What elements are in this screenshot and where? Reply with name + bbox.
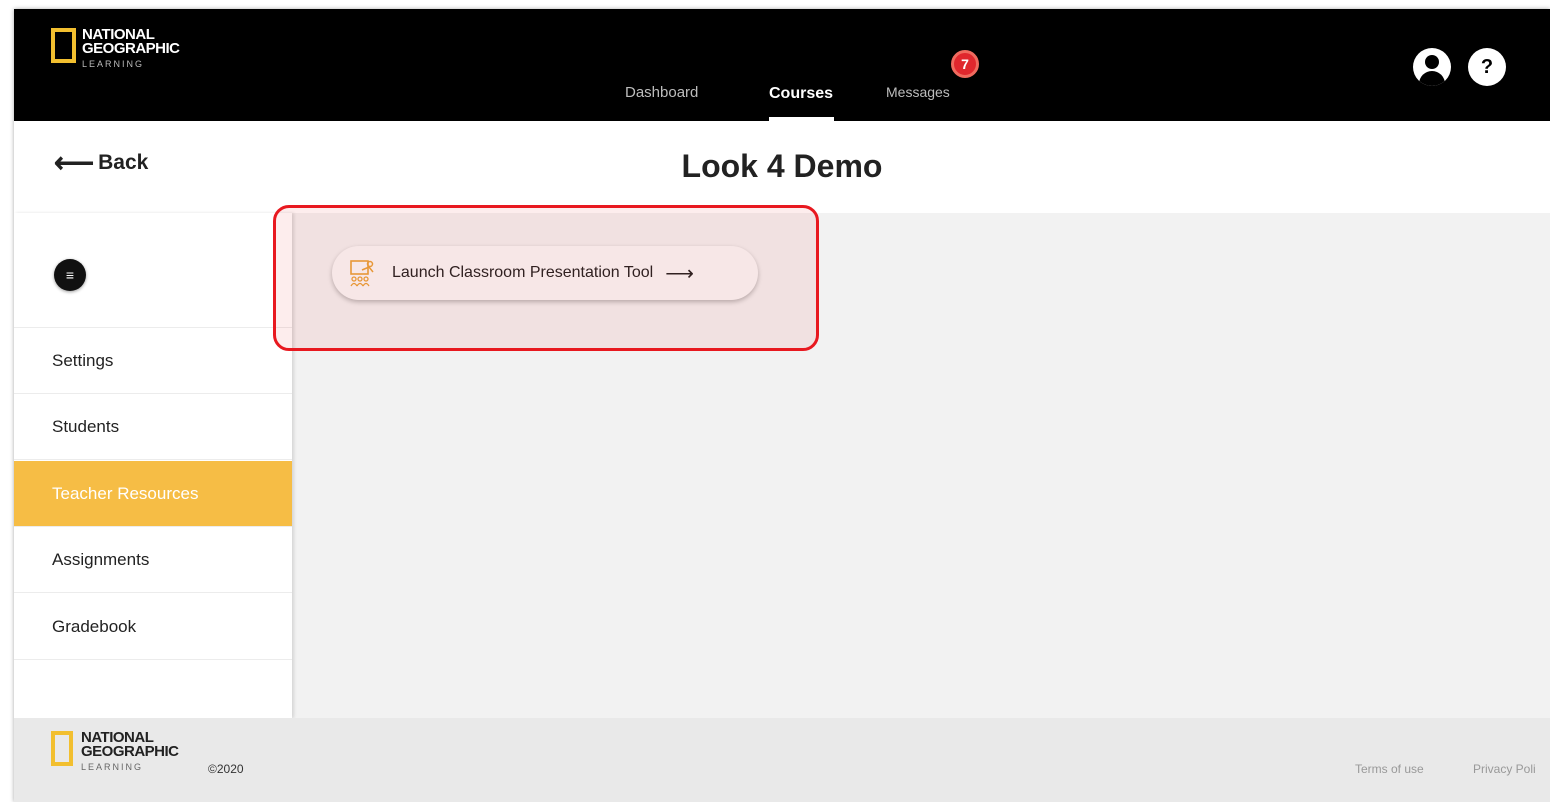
sidebar-item-gradebook[interactable]: Gradebook <box>14 594 292 660</box>
top-nav-bar: NATIONAL GEOGRAPHIC LEARNING Dashboard C… <box>14 9 1550 121</box>
sidebar-item-settings[interactable]: Settings <box>14 328 292 394</box>
menu-toggle-icon[interactable]: ≡ <box>54 259 86 291</box>
nav-messages[interactable]: Messages <box>886 84 950 100</box>
privacy-policy-link[interactable]: Privacy Poli <box>1473 762 1536 776</box>
page-title: Look 4 Demo <box>681 148 883 184</box>
avatar-head <box>1425 55 1439 69</box>
nav-dashboard[interactable]: Dashboard <box>625 84 698 101</box>
logo-line2: GEOGRAPHIC <box>82 40 180 57</box>
user-avatar-icon[interactable] <box>1413 48 1451 86</box>
footer-logo-yellow-frame-icon <box>51 731 73 766</box>
help-icon[interactable]: ? <box>1468 48 1506 86</box>
natgeo-logo[interactable]: NATIONAL GEOGRAPHIC LEARNING <box>51 27 180 70</box>
highlight-annotation-box <box>273 205 819 351</box>
sidebar-item-teacher-resources[interactable]: Teacher Resources <box>14 461 292 527</box>
terms-of-use-link[interactable]: Terms of use <box>1355 762 1424 776</box>
footer-logo-line2: GEOGRAPHIC <box>81 743 179 760</box>
avatar-body <box>1419 71 1445 86</box>
page-footer <box>14 718 1550 802</box>
app-window: NATIONAL GEOGRAPHIC LEARNING Dashboard C… <box>14 9 1550 802</box>
logo-yellow-frame-icon <box>51 28 76 63</box>
sidebar-item-students[interactable]: Students <box>14 394 292 460</box>
footer-natgeo-logo: NATIONAL GEOGRAPHIC LEARNING <box>51 730 179 773</box>
sidebar-item-assignments[interactable]: Assignments <box>14 527 292 593</box>
messages-count-badge[interactable]: 7 <box>951 50 979 78</box>
nav-courses[interactable]: Courses <box>769 85 833 103</box>
footer-logo-line3: LEARNING <box>81 762 144 772</box>
copyright-text: ©2020 <box>208 762 244 776</box>
logo-line3: LEARNING <box>82 59 145 69</box>
